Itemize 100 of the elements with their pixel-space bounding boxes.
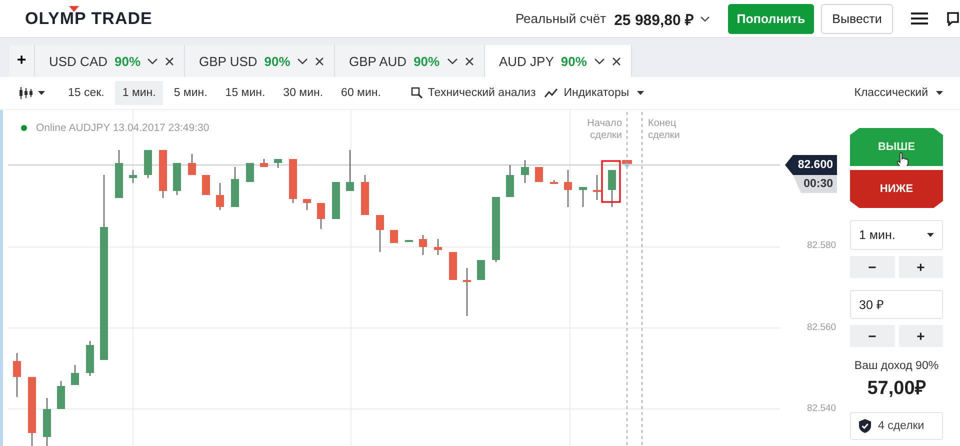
asset-pair: GBP AUD	[349, 54, 407, 68]
asset-pair: AUD JPY	[499, 54, 554, 68]
indicators-dropdown[interactable]: Индикаторы	[564, 87, 630, 99]
candlestick	[86, 340, 94, 376]
close-icon[interactable]	[612, 56, 621, 66]
asset-pair: USD CAD	[49, 54, 108, 68]
chevron-down-icon[interactable]	[594, 58, 605, 64]
highlight-frame	[601, 160, 621, 203]
asset-pair: GBP USD	[199, 54, 258, 68]
caret-icon[interactable]	[38, 91, 45, 95]
trade-end-label: Конец сделки	[648, 118, 681, 142]
amount-field[interactable]: 30 ₽	[850, 290, 943, 319]
chart-style-dropdown[interactable]: Классический	[854, 87, 928, 99]
candlestick	[231, 166, 239, 208]
line-chart-icon[interactable]	[544, 88, 558, 98]
candlestick	[28, 376, 36, 446]
payout-percent: 90%	[560, 54, 587, 68]
menu-icon[interactable]	[911, 12, 928, 25]
chart-status: Online AUDJPY 13.04.2017 23:49:30	[36, 122, 210, 134]
chevron-down-icon[interactable]	[700, 16, 710, 22]
asset-tab[interactable]: AUD JPY 90%	[485, 45, 632, 77]
stepper-button[interactable]: +	[898, 325, 943, 347]
candlestick	[173, 162, 181, 196]
candlestick	[289, 158, 297, 204]
candlestick	[188, 154, 196, 176]
candlestick	[303, 198, 311, 210]
price-axis-label: 82.560	[807, 322, 836, 332]
trades-button[interactable]: 4 сделки	[850, 412, 943, 440]
candlestick	[159, 150, 167, 198]
period-option[interactable]: 60 мин.	[334, 81, 388, 105]
income-value: 57,00₽	[866, 377, 927, 400]
period-option[interactable]: 1 мин.	[115, 81, 163, 105]
candlestick	[144, 150, 152, 178]
account-label: Реальный счёт	[515, 11, 606, 26]
candlestick	[376, 214, 384, 252]
hand-cursor-icon	[896, 152, 909, 169]
candlestick	[550, 180, 558, 184]
candlestick	[202, 174, 210, 196]
timer-label: 00:30	[793, 175, 837, 193]
candlestick	[477, 260, 485, 280]
chat-icon[interactable]	[946, 12, 960, 26]
payout-percent: 90%	[414, 54, 440, 68]
price-axis-label: 82.580	[807, 240, 836, 251]
caret-icon[interactable]	[637, 91, 644, 95]
period-option[interactable]: 30 мин.	[276, 81, 330, 105]
candlestick	[216, 182, 224, 210]
candlestick	[129, 170, 137, 184]
entry-marker	[622, 160, 632, 167]
candlestick	[492, 196, 500, 262]
asset-tab[interactable]: GBP AUD 90%	[335, 45, 485, 77]
chevron-down-icon[interactable]	[447, 58, 458, 64]
candlestick-icon[interactable]	[19, 86, 33, 100]
trades-count: 4 сделки	[878, 420, 924, 432]
candlestick	[506, 164, 514, 198]
candlestick	[593, 174, 601, 200]
deposit-button[interactable]: Пополнить	[728, 4, 814, 34]
payout-percent: 90%	[264, 54, 290, 68]
chevron-down-icon[interactable]	[297, 58, 308, 64]
duration-select[interactable]: 1 мин.	[850, 220, 943, 250]
candlestick	[579, 186, 587, 208]
asset-tab[interactable]: USD CAD 90%	[35, 45, 185, 77]
stepper-button[interactable]: +	[898, 256, 943, 278]
candlestick	[608, 170, 616, 208]
caret-icon[interactable]	[936, 91, 943, 95]
price-axis-label: 82.540	[807, 403, 836, 414]
technical-analysis-link[interactable]: Технический анализ	[428, 87, 536, 99]
caret-icon	[927, 233, 934, 237]
candlestick	[449, 252, 457, 280]
candlestick	[43, 398, 51, 446]
income-label: Ваш доход 90%	[853, 360, 940, 372]
asset-tab[interactable]: GBP USD 90%	[185, 45, 335, 77]
candlestick	[71, 364, 79, 386]
candlestick	[260, 158, 268, 168]
close-icon[interactable]	[465, 56, 474, 66]
candlestick	[535, 166, 543, 182]
add-tab-button[interactable]: +	[9, 45, 35, 77]
candlestick	[57, 380, 65, 410]
price-tag: 82.600	[785, 155, 837, 175]
close-icon[interactable]	[315, 56, 324, 66]
candlestick	[521, 160, 529, 184]
logo[interactable]: OLYMP TRADE	[25, 8, 152, 28]
account-balance[interactable]: 25 989,80 ₽	[614, 8, 694, 28]
close-icon[interactable]	[165, 56, 174, 66]
trade-start-label: Начало сделки	[586, 118, 622, 142]
candlestick	[332, 182, 340, 220]
stepper-button[interactable]: −	[850, 256, 894, 278]
candlestick	[13, 352, 21, 398]
period-option[interactable]: 5 мин.	[166, 81, 214, 105]
period-option[interactable]: 15 мин.	[218, 81, 272, 105]
candlestick	[246, 162, 254, 182]
candlestick	[346, 150, 354, 192]
magnifier-icon[interactable]	[410, 87, 423, 99]
candlestick	[419, 234, 427, 256]
withdraw-button[interactable]: Вывести	[821, 4, 893, 34]
down-button[interactable]: НИЖЕ	[850, 170, 943, 208]
logo-mark-icon	[69, 6, 79, 12]
chevron-down-icon[interactable]	[147, 58, 158, 64]
stepper-button[interactable]: −	[850, 325, 894, 347]
period-option[interactable]: 15 сек.	[61, 81, 112, 105]
candlestick	[405, 240, 413, 242]
